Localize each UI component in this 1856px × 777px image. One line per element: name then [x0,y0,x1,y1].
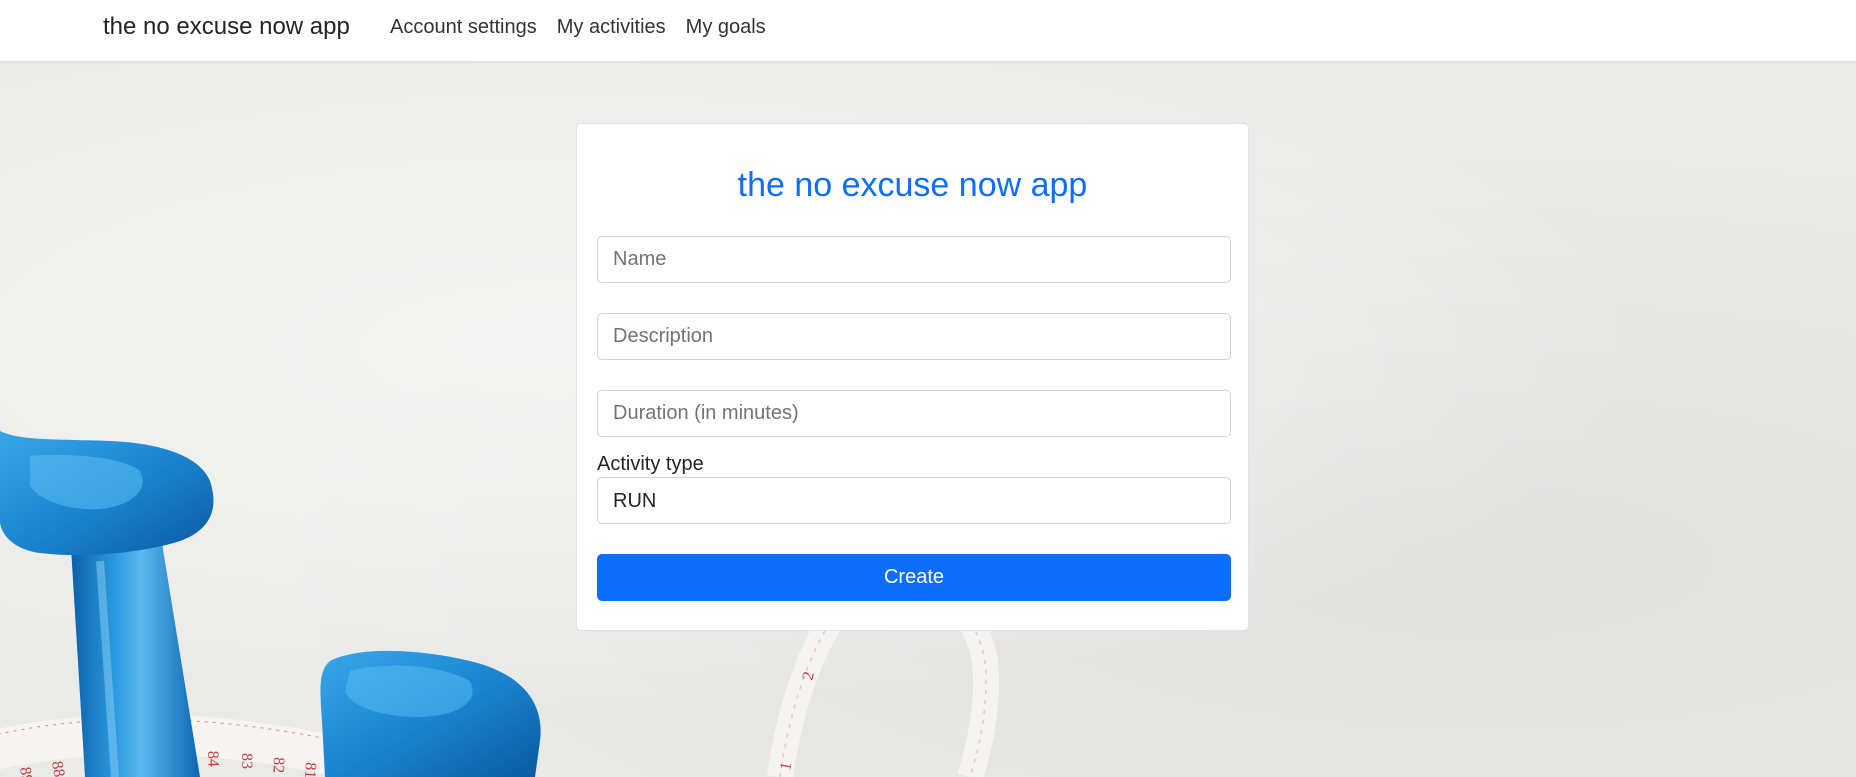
nav-link-account-settings[interactable]: Account settings [390,14,537,40]
navbar-brand[interactable]: the no excuse now app [103,12,350,42]
create-button[interactable]: Create [597,554,1231,601]
tape-number: 83 [238,753,255,769]
name-input[interactable] [597,236,1231,283]
activity-type-select[interactable]: RUN [597,477,1231,524]
nav-link-my-activities[interactable]: My activities [557,14,666,40]
form-title: the no excuse now app [737,166,1088,204]
duration-input[interactable] [597,390,1231,437]
nav-links: Account settings My activities My goals [390,14,766,40]
dumbbell-right [320,650,541,777]
tape-number: 88 [48,760,68,777]
activity-type-label: Activity type [597,453,704,475]
description-input[interactable] [597,313,1231,360]
create-activity-card: the no excuse now app Activity type RUN … [576,123,1249,631]
nav-link-my-goals[interactable]: My goals [686,14,766,40]
tape-number: 89 [16,766,36,777]
top-navbar: the no excuse now app Account settings M… [0,0,1856,61]
tape-number: 84 [204,751,222,768]
tape-number: 82 [269,757,287,774]
tape-number: 81 [301,762,319,777]
